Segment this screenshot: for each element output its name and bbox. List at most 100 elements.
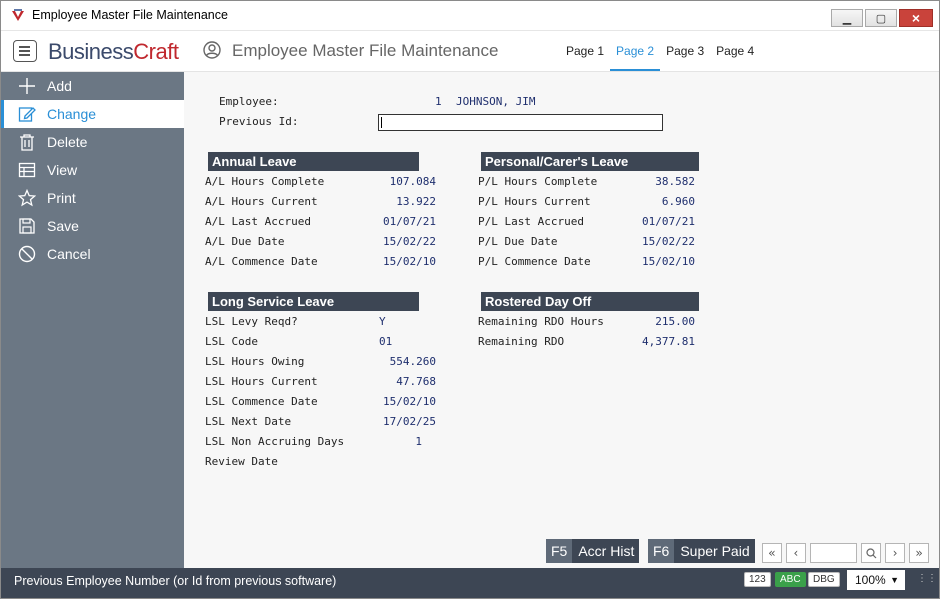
trash-icon [17, 132, 37, 152]
sidebar-item-label: Add [47, 78, 72, 94]
minimize-button[interactable]: ▁ [831, 9, 863, 27]
previous-id-input[interactable] [378, 114, 663, 131]
app-logo-icon [12, 9, 24, 21]
sidebar-item-add[interactable]: Add [1, 72, 184, 100]
lsl-code-label: LSL Code [205, 335, 258, 348]
al-due-date-label: A/L Due Date [205, 235, 285, 248]
f6-key-label: F6 [648, 539, 675, 563]
remaining-rdo-hours-value: 215.00 [655, 315, 695, 328]
pl-hours-current-value: 6.960 [661, 195, 695, 208]
next-page-button[interactable]: › [885, 543, 905, 563]
app-header: BusinessCraft Employee Master File Maint… [1, 32, 939, 72]
action-sidebar: Add Change Delete View Print Save Cancel [1, 72, 184, 568]
zoom-select[interactable]: 100% ▼ [847, 570, 905, 590]
pl-last-accrued-value: 01/07/21 [642, 215, 695, 228]
lsl-levy-reqd-label: LSL Levy Reqd? [205, 315, 298, 328]
businesscraft-logo: BusinessCraft [48, 39, 179, 64]
sidebar-item-delete[interactable]: Delete [1, 128, 184, 156]
page-number-input[interactable] [810, 543, 857, 563]
remaining-rdo-value: 4,377.81 [642, 335, 695, 348]
sidebar-item-cancel[interactable]: Cancel [1, 240, 184, 268]
al-commence-date-label: A/L Commence Date [205, 255, 318, 268]
remaining-rdo-hours-label: Remaining RDO Hours [478, 315, 604, 328]
app-window: Employee Master File Maintenance ▁ ▢ × B… [0, 0, 940, 599]
super-paid-button[interactable]: F6 Super Paid [648, 539, 755, 563]
lsl-next-date-label: LSL Next Date [205, 415, 292, 428]
user-circle-icon [203, 41, 221, 59]
lsl-hours-current-label: LSL Hours Current [205, 375, 318, 388]
tab-page-4[interactable]: Page 4 [710, 32, 760, 71]
close-button[interactable]: × [899, 9, 933, 27]
minimize-icon: ▁ [842, 12, 852, 25]
first-page-button[interactable]: « [762, 543, 782, 563]
restore-icon: ▢ [875, 12, 887, 25]
pl-commence-date-label: P/L Commence Date [478, 255, 591, 268]
lsl-code-value: 01 [379, 335, 393, 348]
pl-hours-complete-value: 38.582 [655, 175, 695, 188]
al-hours-current-value: 13.922 [396, 195, 436, 208]
maximize-button[interactable]: ▢ [865, 9, 897, 27]
cancel-icon [17, 244, 37, 264]
resize-grip-icon[interactable]: ⋮⋮ [917, 573, 937, 584]
status-message: Previous Employee Number (or Id from pre… [14, 574, 337, 588]
form-content: Employee: 1 JOHNSON, JIM Previous Id: An… [184, 72, 939, 568]
floppy-icon [17, 216, 37, 236]
page-title: Employee Master File Maintenance [232, 41, 499, 60]
pl-hours-complete-label: P/L Hours Complete [478, 175, 598, 188]
edit-icon [17, 104, 37, 124]
status-bar: Previous Employee Number (or Id from pre… [1, 568, 939, 598]
close-icon: × [911, 10, 921, 26]
title-bar: Employee Master File Maintenance ▁ ▢ × [1, 1, 939, 31]
lsl-hours-current-value: 47.768 [396, 375, 436, 388]
lsl-hours-owing-value: 554.260 [389, 355, 436, 368]
al-hours-complete-label: A/L Hours Complete [205, 175, 325, 188]
lsl-non-accruing-days-value: 1 [415, 435, 422, 448]
sidebar-item-label: Change [47, 106, 97, 122]
tab-page-2[interactable]: Page 2 [610, 32, 661, 71]
pl-commence-date-value: 15/02/10 [642, 255, 695, 268]
review-date-label: Review Date [205, 455, 278, 468]
long-service-leave-heading: Long Service Leave [208, 292, 419, 311]
pl-due-date-label: P/L Due Date [478, 235, 558, 248]
lsl-non-accruing-days-label: LSL Non Accruing Days [205, 435, 345, 448]
prev-page-button[interactable]: ‹ [786, 543, 806, 563]
lsl-levy-reqd-value: Y [379, 315, 386, 328]
al-last-accrued-label: A/L Last Accrued [205, 215, 311, 228]
star-icon [17, 188, 37, 208]
sidebar-item-save[interactable]: Save [1, 212, 184, 240]
lsl-next-date-value: 17/02/25 [383, 415, 436, 428]
debug-badge: DBG [808, 572, 840, 587]
sidebar-item-label: Cancel [47, 246, 91, 262]
sidebar-item-change[interactable]: Change [1, 100, 184, 128]
tab-page-1[interactable]: Page 1 [560, 32, 610, 71]
rostered-day-off-heading: Rostered Day Off [481, 292, 699, 311]
personal-leave-heading: Personal/Carer's Leave [481, 152, 699, 171]
accr-hist-label: Accr Hist [578, 543, 635, 559]
search-button[interactable] [861, 543, 881, 563]
chevron-left-icon: ‹ [792, 546, 800, 560]
search-icon [865, 547, 876, 558]
chevron-down-icon: ▼ [890, 575, 899, 585]
hamburger-menu-button[interactable] [13, 40, 37, 62]
remaining-rdo-label: Remaining RDO [478, 335, 565, 348]
zoom-value: 100% [855, 573, 886, 587]
lsl-commence-date-label: LSL Commence Date [205, 395, 318, 408]
double-chevron-right-icon: » [915, 546, 923, 560]
table-icon [17, 160, 37, 180]
tab-page-3[interactable]: Page 3 [660, 32, 710, 71]
sidebar-item-view[interactable]: View [1, 156, 184, 184]
plus-icon [17, 76, 37, 96]
lsl-commence-date-value: 15/02/10 [383, 395, 436, 408]
previous-id-label: Previous Id: [219, 115, 299, 128]
num-lock-badge: 123 [744, 572, 771, 587]
accr-hist-button[interactable]: F5 Accr Hist [546, 539, 640, 563]
pl-last-accrued-label: P/L Last Accrued [478, 215, 584, 228]
al-hours-complete-value: 107.084 [389, 175, 436, 188]
sidebar-item-label: Print [47, 190, 76, 206]
pl-hours-current-label: P/L Hours Current [478, 195, 591, 208]
last-page-button[interactable]: » [909, 543, 929, 563]
f5-key-label: F5 [546, 539, 573, 563]
sidebar-item-label: Save [47, 218, 79, 234]
sidebar-item-print[interactable]: Print [1, 184, 184, 212]
annual-leave-heading: Annual Leave [208, 152, 419, 171]
